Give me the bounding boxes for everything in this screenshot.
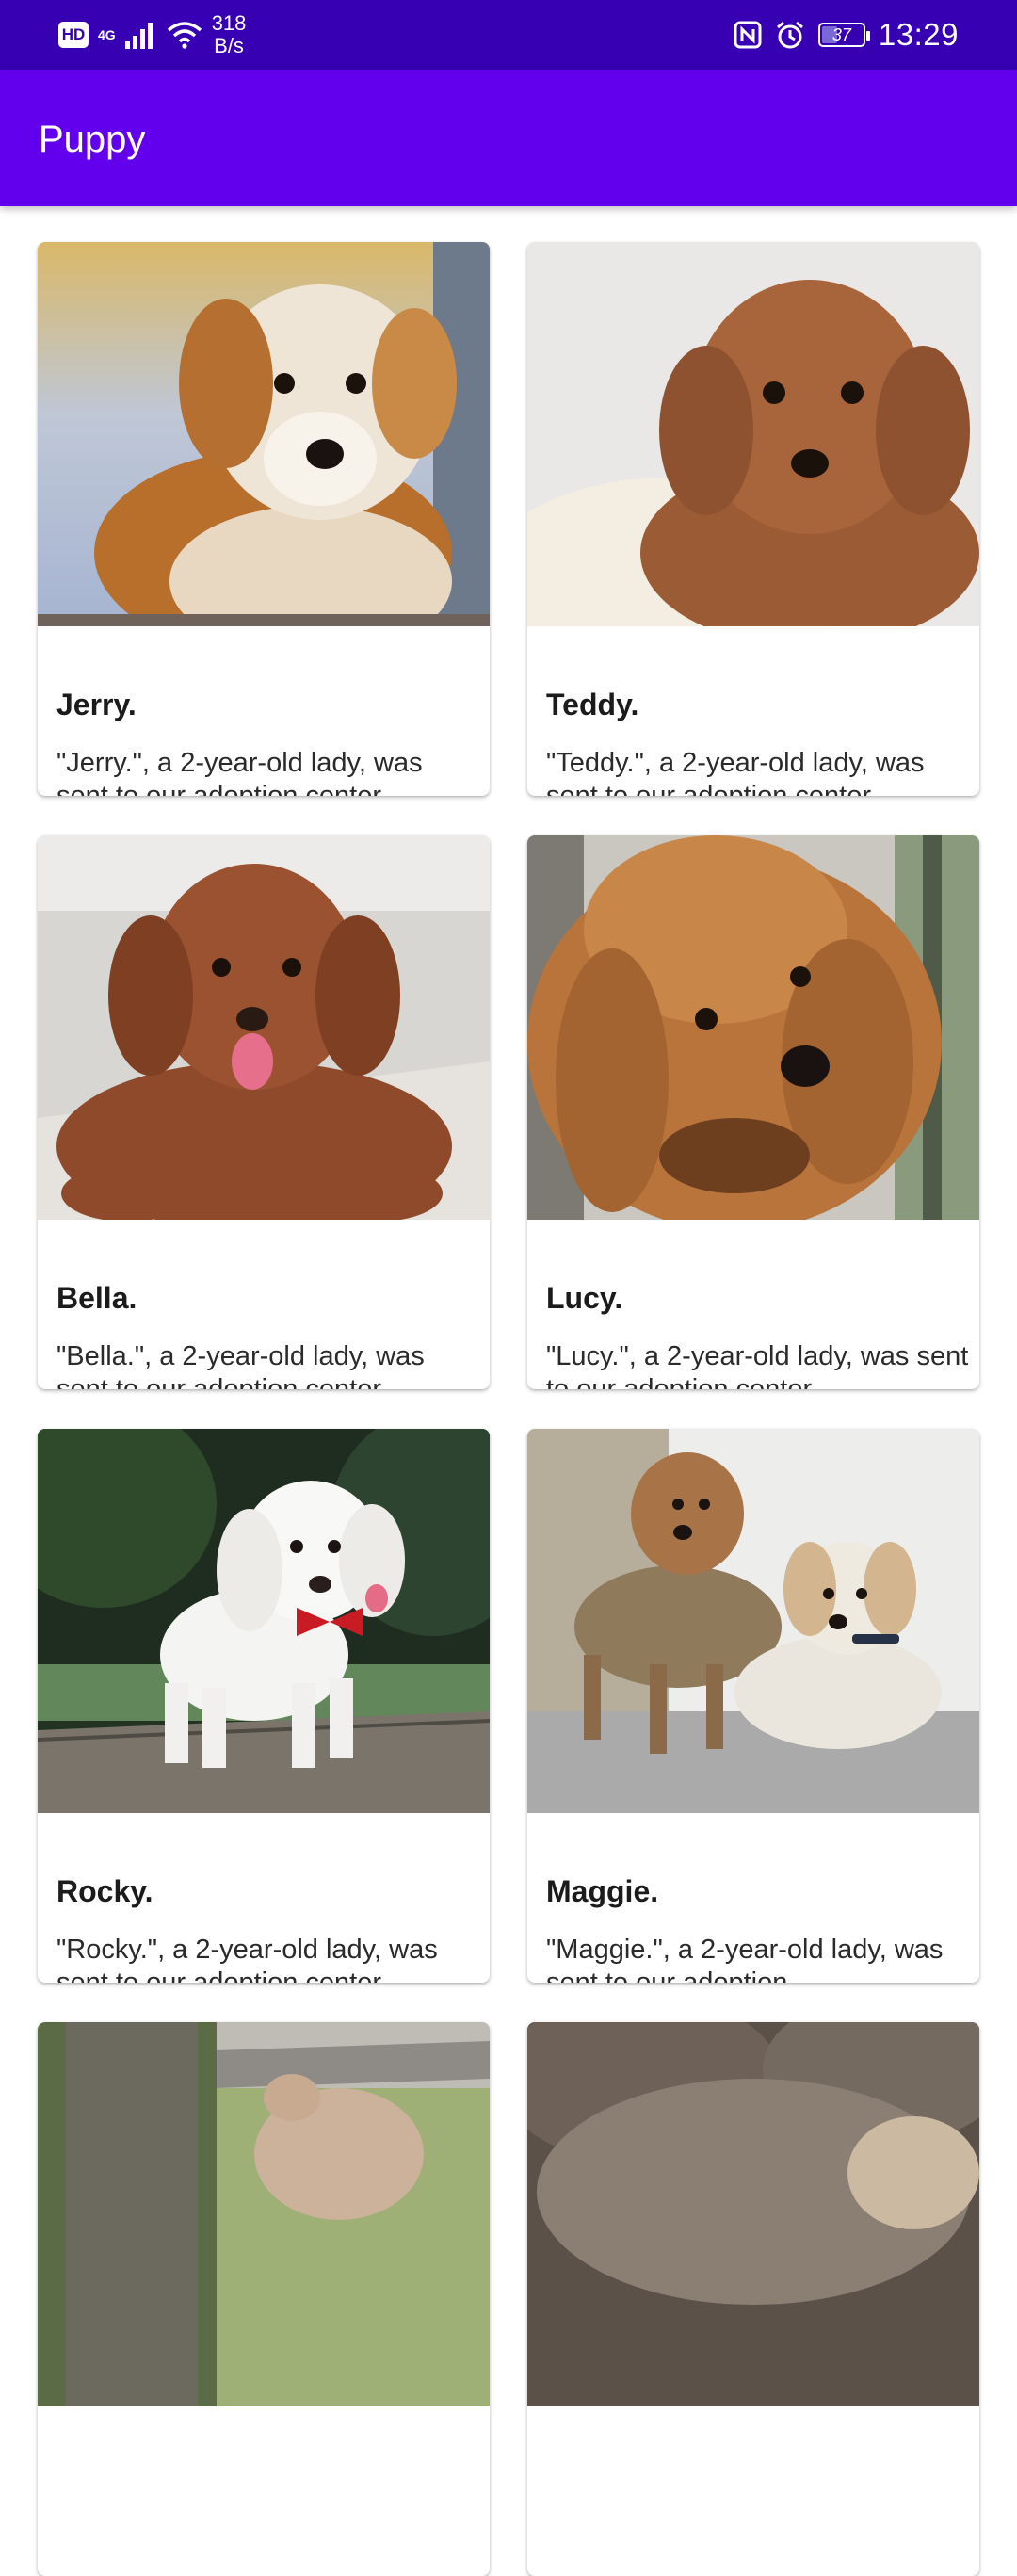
speed-value: 318 — [211, 11, 247, 35]
top-app-bar: Puppy — [0, 70, 1017, 206]
puppy-photo — [527, 835, 979, 1220]
puppy-photo — [527, 2022, 979, 2406]
puppy-card[interactable]: Lucy. "Lucy.", a 2-year-old lady, was se… — [527, 835, 979, 1389]
hd-badge: HD — [58, 22, 89, 48]
puppy-description: "Lucy.", a 2-year-old lady, was sent to … — [546, 1341, 969, 1389]
puppy-name: Rocky. — [56, 1874, 153, 1908]
nfc-icon — [734, 21, 762, 49]
network-speed: 318 B/s — [212, 12, 247, 57]
status-left: HD 4G 318 B/s — [58, 12, 247, 57]
puppy-name: Bella. — [56, 1281, 137, 1315]
puppy-card[interactable]: Teddy. "Teddy.", a 2-year-old lady, was … — [527, 242, 979, 796]
puppy-name: Lucy. — [546, 1281, 623, 1315]
puppy-name: Teddy. — [546, 688, 639, 721]
battery-level: 37 — [831, 24, 851, 44]
puppy-name: Jerry. — [56, 688, 137, 721]
puppy-card[interactable]: Jerry. "Jerry.", a 2-year-old lady, was … — [38, 242, 490, 796]
speed-unit: B/s — [214, 34, 244, 57]
puppy-name: Maggie. — [546, 1874, 659, 1908]
status-right: 37 13:29 — [734, 13, 959, 57]
puppy-card[interactable]: Rocky. "Rocky.", a 2-year-old lady, was … — [38, 1429, 490, 1983]
puppy-card[interactable]: Bella. "Bella.", a 2-year-old lady, was … — [38, 835, 490, 1389]
wifi-icon — [167, 22, 202, 49]
battery-icon: 37 — [817, 23, 870, 47]
puppy-card[interactable] — [527, 2022, 979, 2576]
puppy-photo — [38, 1429, 490, 1813]
puppy-description: "Jerry.", a 2-year-old lady, was sent to… — [56, 748, 423, 796]
signal-icon — [124, 23, 153, 49]
puppy-description: "Rocky.", a 2-year-old lady, was sent to… — [56, 1935, 438, 1983]
puppy-photo — [527, 242, 979, 626]
puppy-photo — [38, 242, 490, 626]
alarm-icon — [776, 21, 803, 49]
puppy-photo — [38, 2022, 490, 2406]
puppy-card[interactable] — [38, 2022, 490, 2576]
status-bar: HD 4G 318 B/s 37 13:29 — [0, 0, 1017, 70]
app-title: Puppy — [39, 119, 146, 160]
network-type: 4G — [98, 27, 116, 42]
puppy-photo — [527, 1429, 979, 1813]
puppy-description: "Maggie.", a 2-year-old lady, was sent t… — [546, 1935, 944, 1983]
puppy-description: "Bella.", a 2-year-old lady, was sent to… — [56, 1341, 425, 1389]
puppy-description: "Teddy.", a 2-year-old lady, was sent to… — [546, 748, 925, 796]
puppy-card[interactable]: Maggie. "Maggie.", a 2-year-old lady, wa… — [527, 1429, 979, 1983]
clock: 13:29 — [878, 17, 959, 52]
puppy-photo — [38, 835, 490, 1220]
